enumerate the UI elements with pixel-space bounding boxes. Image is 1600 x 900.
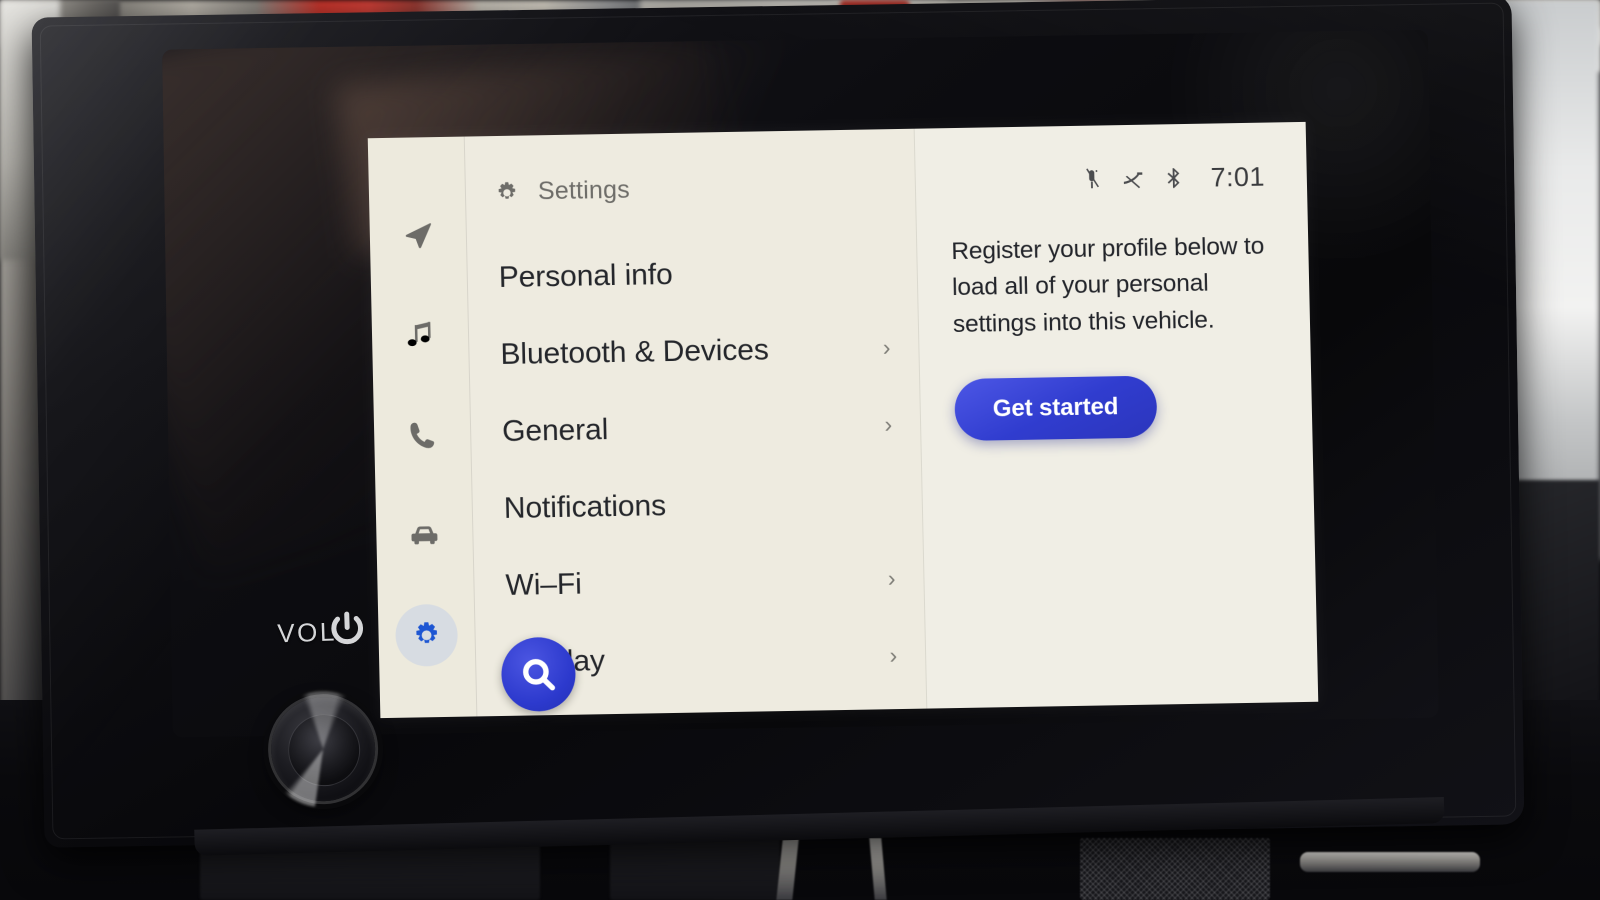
settings-detail-pane: 7:01 Register your profile below to load… bbox=[913, 121, 1319, 709]
settings-list-pane: Settings Personal info Bluetooth & Devic… bbox=[463, 128, 927, 717]
chevron-right-icon: › bbox=[882, 334, 891, 361]
get-started-button[interactable]: Get started bbox=[954, 375, 1158, 441]
search-fab-button[interactable] bbox=[500, 636, 577, 712]
settings-menu: Personal info Bluetooth & Devices › Gene… bbox=[467, 232, 926, 702]
sound-muted-icon bbox=[1123, 172, 1143, 189]
bluetooth-icon bbox=[1167, 168, 1180, 189]
chevron-right-icon: › bbox=[889, 642, 898, 669]
clock-time: 7:01 bbox=[1210, 161, 1266, 193]
gear-icon bbox=[498, 181, 516, 199]
page-title: Settings bbox=[537, 175, 631, 206]
rail-item-vehicle[interactable] bbox=[375, 484, 473, 586]
navigation-arrow-icon bbox=[405, 223, 431, 249]
rail-item-phone[interactable] bbox=[373, 385, 471, 487]
menu-item-notifications[interactable]: Notifications bbox=[472, 463, 923, 548]
app-rail bbox=[367, 136, 477, 719]
car-icon bbox=[411, 526, 438, 545]
rail-item-media[interactable] bbox=[371, 285, 469, 387]
rail-item-settings[interactable] bbox=[378, 584, 476, 686]
menu-item-label: Wi–Fi bbox=[505, 567, 583, 602]
chevron-right-icon: › bbox=[887, 565, 896, 592]
status-bar: 7:01 bbox=[950, 161, 1266, 196]
rail-item-navigation[interactable] bbox=[369, 185, 467, 287]
menu-item-general[interactable]: General › bbox=[470, 386, 921, 471]
music-note-icon bbox=[407, 321, 431, 347]
pane-header: Settings bbox=[465, 129, 915, 208]
power-icon[interactable] bbox=[327, 608, 368, 649]
photo-scene: VOL Settings Personal info Bluetooth & D… bbox=[0, 0, 1600, 900]
menu-item-wifi[interactable]: Wi–Fi › bbox=[474, 540, 925, 625]
gear-icon bbox=[416, 622, 437, 643]
microphone-muted-icon bbox=[1086, 168, 1099, 189]
menu-item-label: Bluetooth & Devices bbox=[500, 332, 770, 371]
menu-item-label: Notifications bbox=[503, 488, 667, 525]
search-icon bbox=[523, 659, 556, 691]
chrome-trim bbox=[1300, 852, 1480, 872]
detail-body-text: Register your profile below to load all … bbox=[951, 232, 1265, 338]
infotainment-ui: Settings Personal info Bluetooth & Devic… bbox=[367, 121, 1319, 719]
menu-item-label: Personal info bbox=[498, 257, 673, 294]
menu-item-bluetooth-devices[interactable]: Bluetooth & Devices › bbox=[469, 309, 920, 394]
chevron-right-icon: › bbox=[884, 411, 893, 438]
menu-item-personal-info[interactable]: Personal info bbox=[467, 232, 918, 317]
phone-icon bbox=[410, 422, 435, 449]
speaker-grille bbox=[1080, 838, 1270, 900]
menu-item-label: General bbox=[501, 412, 609, 448]
